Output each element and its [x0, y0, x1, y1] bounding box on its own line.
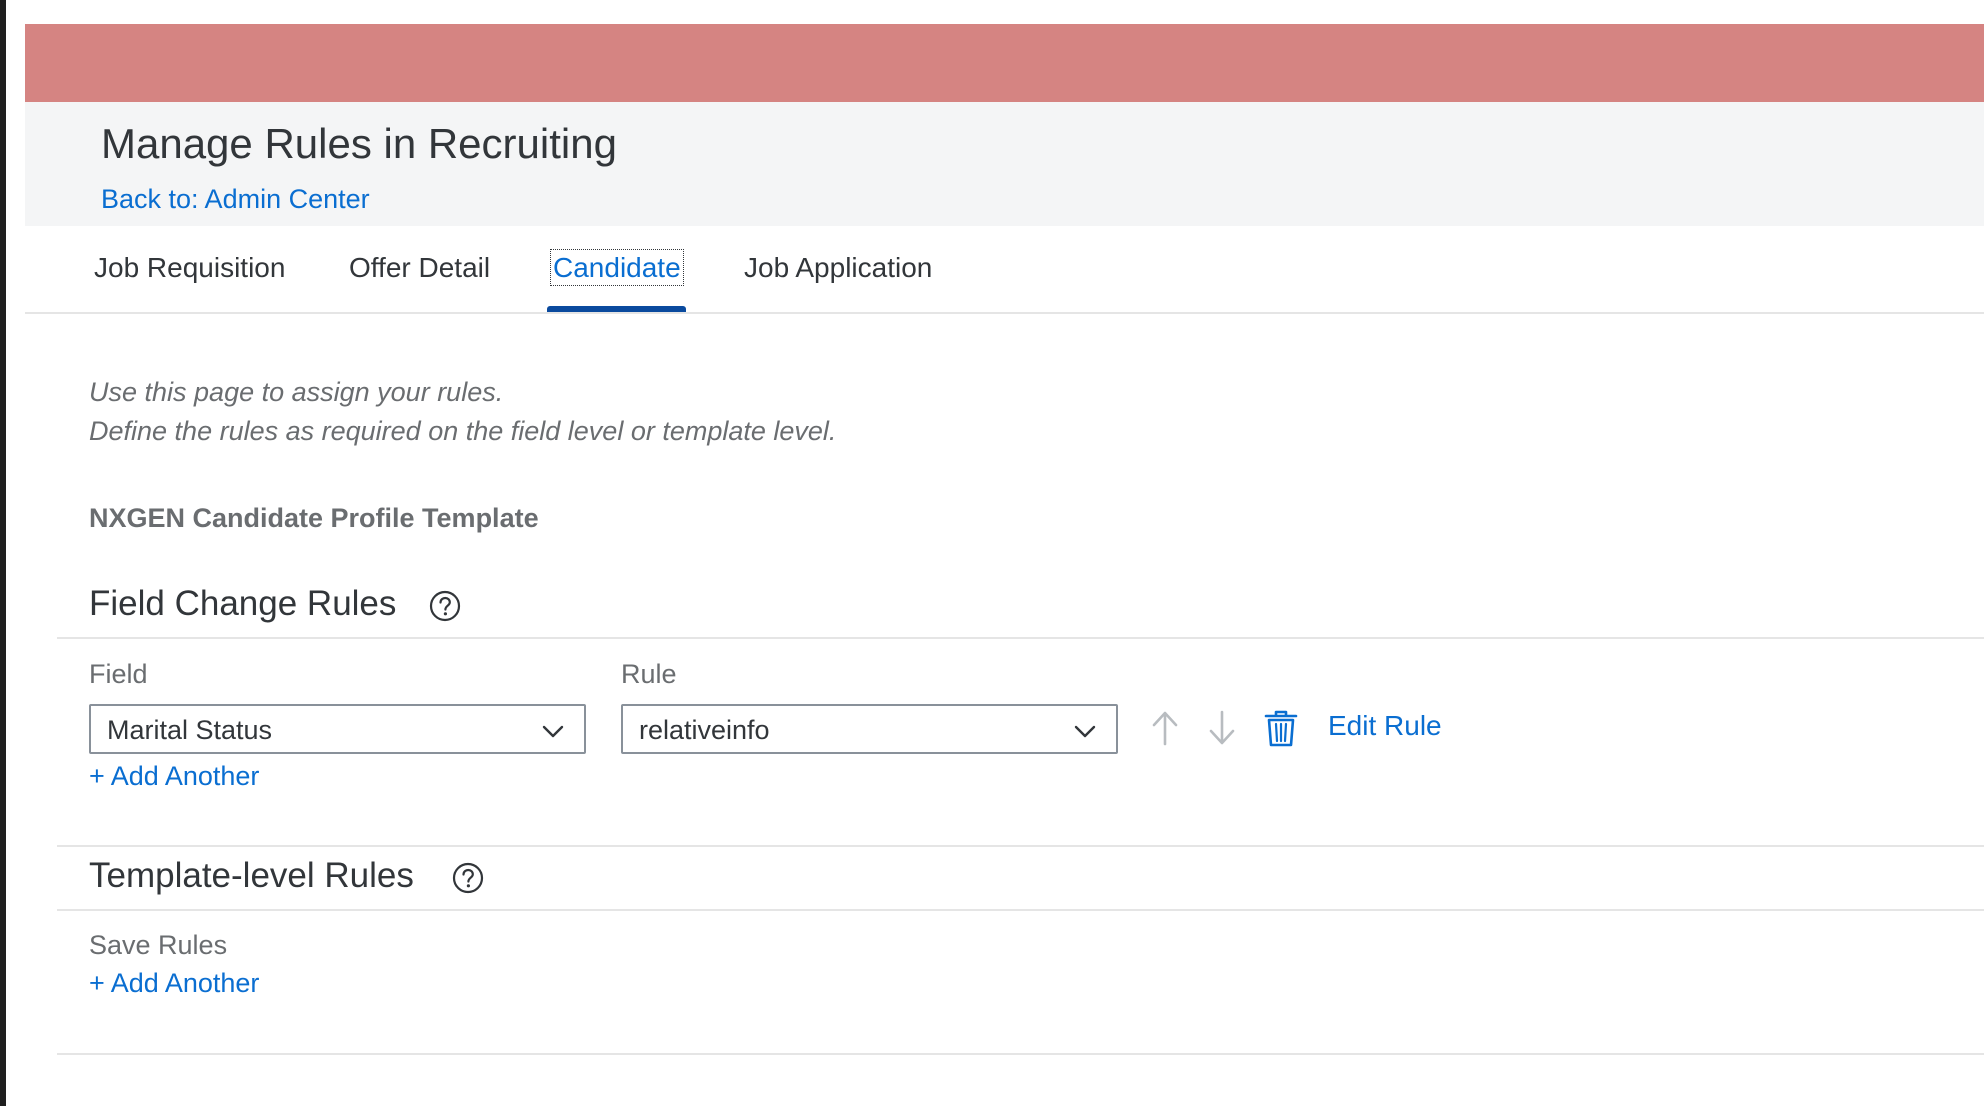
page-title: Manage Rules in Recruiting — [101, 120, 617, 167]
field-select-value: Marital Status — [107, 715, 273, 745]
tab-bar — [25, 226, 1984, 314]
rule-column-label: Rule — [621, 659, 677, 689]
rule-select[interactable]: relativeinfo — [621, 704, 1118, 754]
tab-job-application[interactable]: Job Application — [744, 252, 932, 284]
tab-job-requisition[interactable]: Job Requisition — [94, 252, 285, 284]
top-banner — [25, 24, 1984, 102]
edit-rule-link[interactable]: Edit Rule — [1328, 710, 1442, 742]
chevron-down-icon — [542, 725, 564, 738]
chevron-down-icon — [1074, 725, 1096, 738]
field-change-rules-title: Field Change Rules — [89, 584, 397, 623]
active-tab-indicator — [547, 306, 686, 312]
section-divider — [57, 637, 1984, 639]
rule-select-value: relativeinfo — [639, 715, 770, 745]
tab-label: Job Requisition — [94, 252, 286, 283]
question-circle-icon[interactable] — [452, 862, 484, 894]
window-left-edge — [0, 0, 6, 1106]
trash-icon[interactable] — [1262, 708, 1300, 748]
arrow-up-icon[interactable] — [1146, 708, 1184, 748]
tab-label: Offer Detail — [349, 252, 491, 283]
arrow-down-icon[interactable] — [1203, 708, 1241, 748]
add-another-save-rule-link[interactable]: + Add Another — [89, 968, 259, 999]
question-circle-icon[interactable] — [429, 590, 461, 622]
field-select[interactable]: Marital Status — [89, 704, 586, 754]
field-column-label: Field — [89, 659, 148, 689]
intro-line-2: Define the rules as required on the fiel… — [89, 416, 837, 446]
back-to-admin-center-link[interactable]: Back to: Admin Center — [101, 184, 370, 215]
tab-label: Job Application — [744, 252, 933, 283]
section-divider — [57, 845, 1984, 847]
section-divider — [57, 1053, 1984, 1055]
template-name: NXGEN Candidate Profile Template — [89, 503, 539, 533]
tab-candidate[interactable]: Candidate — [550, 249, 684, 286]
save-rules-label: Save Rules — [89, 930, 228, 960]
tab-offer-detail[interactable]: Offer Detail — [349, 252, 490, 284]
intro-line-1: Use this page to assign your rules. — [89, 377, 504, 407]
tab-label: Candidate — [550, 249, 684, 286]
add-another-field-rule-link[interactable]: + Add Another — [89, 761, 259, 792]
section-divider — [57, 909, 1984, 911]
template-level-rules-title: Template-level Rules — [89, 856, 414, 895]
